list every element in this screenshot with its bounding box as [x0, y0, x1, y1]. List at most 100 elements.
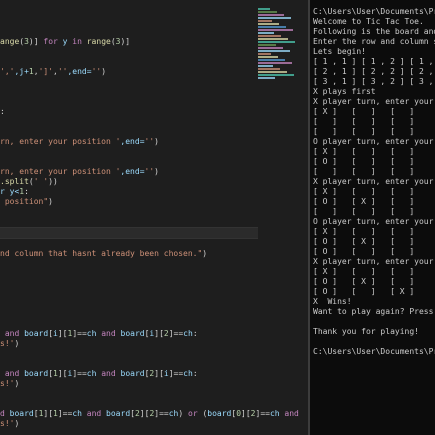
- terminal-line: [ 1 , 1 ] [ 1 , 2 ] [ 1 , 3 ]: [313, 57, 434, 66]
- code-editor[interactable]: ange(3)] for y in range(3)] ',',j+1,']','…: [0, 0, 308, 435]
- terminal-line: [ X ] [ ] [ ]: [313, 227, 415, 236]
- terminal-line: [ O ] [ X ] [ ]: [313, 277, 415, 286]
- code-token: ',': [0, 67, 15, 76]
- code-token: board: [9, 409, 34, 418]
- minimap-row: [258, 68, 280, 70]
- terminal-line: [ X ] [ ] [ ]: [313, 107, 415, 116]
- code-token: and: [96, 329, 121, 338]
- terminal-line: Lets begin!: [313, 47, 366, 56]
- code-token: (: [197, 409, 208, 418]
- code-token: in: [72, 37, 82, 46]
- code-token: :: [24, 187, 29, 196]
- code-line: ange(3)] for y in range(3)]: [0, 37, 258, 47]
- code-token: and: [96, 369, 121, 378]
- terminal-line: X player turn, enter your positio: [313, 257, 434, 266]
- code-token: ,j+: [14, 67, 29, 76]
- code-token: ]==: [168, 369, 184, 378]
- minimap-row: [258, 17, 291, 19]
- code-token: y: [57, 37, 73, 46]
- code-token: and: [81, 409, 107, 418]
- code-token: and: [279, 409, 299, 418]
- code-token: rn, enter your position ': [0, 167, 121, 176]
- code-token: ange: [0, 37, 20, 46]
- terminal-line: [ X ] [ ] [ ]: [313, 187, 415, 196]
- terminal-line: C:\Users\User\Documents\Progra: [313, 347, 435, 356]
- minimap-row: [258, 35, 281, 37]
- terminal-line: X plays first: [313, 87, 376, 96]
- terminal-line: [ ] [ ] [ ]: [313, 207, 415, 216]
- terminal-line: [ O ] [ ] [ ]: [313, 247, 415, 256]
- code-token: ]==: [57, 409, 73, 418]
- code-line: [0, 227, 258, 239]
- minimap-row: [258, 8, 270, 10]
- code-token: ): [48, 197, 53, 206]
- code-token: '': [144, 137, 155, 146]
- code-line: r y<1:: [0, 187, 258, 197]
- code-token: ch: [86, 329, 97, 338]
- code-token: and: [0, 329, 25, 338]
- minimap-row: [258, 20, 272, 22]
- terminal-line: [ ] [ ] [ ]: [313, 127, 415, 136]
- minimap-row: [258, 29, 293, 31]
- terminal-line: [ O ] [ X ] [ ]: [313, 237, 415, 246]
- code-line: and board[i][1]==ch and board[i][2]==ch:: [0, 329, 258, 339]
- code-token: ]==: [72, 369, 87, 378]
- code-token: )]: [28, 37, 44, 46]
- code-token: nd column that hasnt already been chosen…: [0, 249, 203, 258]
- code-token: )]: [120, 37, 131, 46]
- code-token: or: [188, 409, 198, 418]
- code-line: ',',j+1,']','',end=''): [0, 67, 258, 77]
- code-token: s!': [0, 379, 15, 388]
- code-token: .split: [0, 177, 29, 186]
- code-token: range: [81, 37, 111, 46]
- code-token: ): [154, 167, 159, 176]
- code-token: board: [120, 369, 145, 378]
- code-token: ): [14, 419, 20, 428]
- code-line: .split(' ')): [0, 177, 258, 187]
- terminal-line: X player turn, enter your positio: [313, 177, 434, 186]
- code-token: ][: [241, 409, 251, 418]
- code-token: ch: [183, 369, 193, 378]
- code-token: ,end=: [67, 67, 92, 76]
- code-token: ): [154, 137, 159, 146]
- terminal-line: Want to play again? Press 1 fo: [313, 307, 434, 316]
- minimap[interactable]: [258, 8, 300, 83]
- terminal-line: Following is the board and the: [313, 27, 435, 36]
- code-token: :: [0, 107, 5, 116]
- code-line: nd column that hasnt already been chosen…: [0, 249, 258, 259]
- minimap-row: [258, 26, 286, 28]
- minimap-row: [258, 59, 285, 61]
- code-token: s!': [0, 339, 15, 348]
- minimap-row: [258, 53, 271, 55]
- minimap-row: [258, 65, 273, 67]
- code-line: and board[1][i]==ch and board[2][i]==ch:: [0, 369, 258, 379]
- terminal-line: [ O ] [ ] [ ]: [313, 157, 415, 166]
- code-token: board: [207, 409, 232, 418]
- code-token: and: [0, 369, 25, 378]
- code-token: ch: [183, 329, 193, 338]
- terminal-line: O player turn, enter your positio: [313, 217, 434, 226]
- code-token: board: [120, 329, 145, 338]
- code-token: ): [202, 249, 208, 258]
- code-token: ']': [38, 67, 54, 76]
- code-token: ]==: [154, 409, 169, 418]
- code-line: d board[1][1]==ch and board[2][2]==ch) o…: [0, 409, 299, 419]
- minimap-row: [258, 74, 294, 76]
- code-token: ): [178, 409, 188, 418]
- code-token: board: [24, 369, 49, 378]
- terminal-panel[interactable]: C:\Users\User\Documents\PrograWelcome to…: [310, 0, 435, 435]
- minimap-row: [258, 50, 290, 52]
- code-token: ]==: [255, 409, 270, 418]
- code-token: s!': [0, 419, 15, 428]
